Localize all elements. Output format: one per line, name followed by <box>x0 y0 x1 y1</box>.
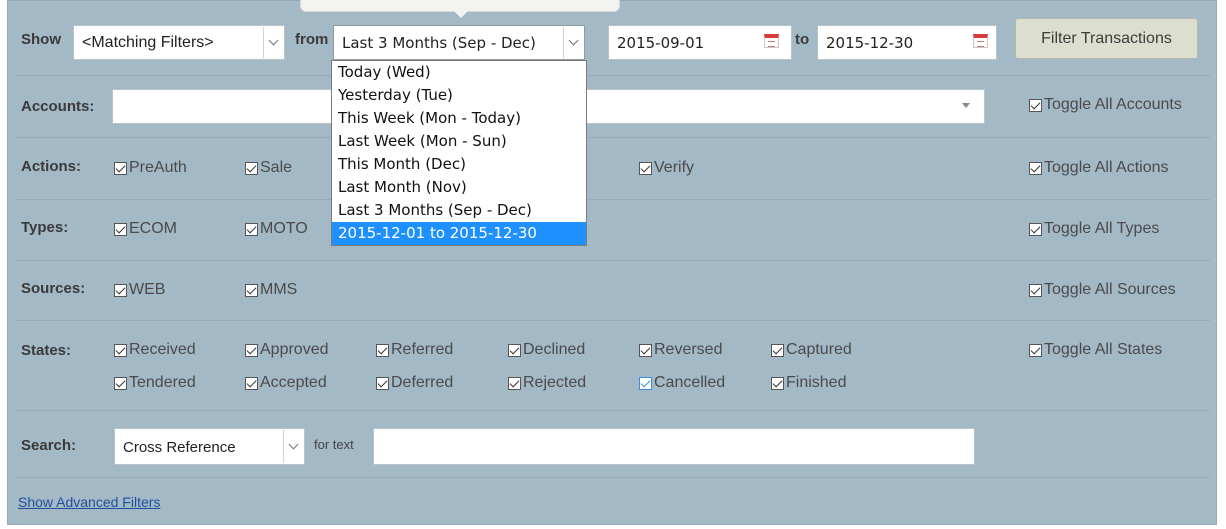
toggle-all-types-label: Toggle All Types <box>1044 220 1160 237</box>
period-option[interactable]: Today (Wed) <box>332 61 586 84</box>
state-declined-checkbox[interactable]: Declined <box>508 341 585 359</box>
tooltip-arrow <box>453 10 469 18</box>
state-deferred-checkbox[interactable]: Deferred <box>376 374 453 392</box>
state-accepted-checkbox[interactable]: Accepted <box>245 374 327 392</box>
state-received-label: Received <box>129 341 196 358</box>
search-text-input[interactable] <box>373 428 975 465</box>
date-to-value: 2015-12-30 <box>826 34 914 52</box>
period-select-value: Last 3 Months (Sep - Dec) <box>342 34 536 52</box>
state-rejected-checkbox[interactable]: Rejected <box>508 374 586 392</box>
source-mms-label: MMS <box>260 281 298 298</box>
state-approved-label: Approved <box>260 341 329 358</box>
period-option[interactable]: Yesterday (Tue) <box>332 84 586 107</box>
toggle-all-actions[interactable]: Toggle All Actions <box>1029 159 1169 177</box>
state-reversed-label: Reversed <box>654 341 723 358</box>
period-option-selected[interactable]: 2015-12-01 to 2015-12-30 <box>332 222 586 245</box>
date-to-input[interactable]: 2015-12-30 <box>817 25 997 60</box>
type-ecom-checkbox[interactable]: ECOM <box>114 220 177 238</box>
action-sale-label: Sale <box>260 159 293 176</box>
show-select[interactable]: <Matching Filters> <box>73 25 285 60</box>
row-separator <box>16 260 1210 261</box>
toggle-all-states[interactable]: Toggle All States <box>1029 341 1162 359</box>
toggle-all-accounts-label: Toggle All Accounts <box>1044 96 1182 113</box>
state-referred-label: Referred <box>391 341 454 358</box>
toggle-all-accounts[interactable]: Toggle All Accounts <box>1029 96 1182 114</box>
state-cancelled-label: Cancelled <box>654 374 726 391</box>
type-moto-label: MOTO <box>260 220 308 237</box>
state-captured-label: Captured <box>786 341 852 358</box>
show-advanced-filters-link[interactable]: Show Advanced Filters <box>18 494 160 510</box>
chevron-down-icon <box>283 430 303 463</box>
calendar-icon[interactable] <box>764 34 779 48</box>
state-tendered-label: Tendered <box>129 374 196 391</box>
chevron-down-icon <box>263 27 283 58</box>
row-separator <box>16 75 1210 76</box>
action-verify-label: Verify <box>654 159 695 176</box>
state-captured-checkbox[interactable]: Captured <box>771 341 852 359</box>
row-separator <box>16 410 1210 411</box>
show-label: Show <box>21 31 61 48</box>
row-separator <box>16 137 1210 138</box>
period-option[interactable]: This Week (Mon - Today) <box>332 107 586 130</box>
search-label: Search: <box>21 437 77 454</box>
search-field-select-value: Cross Reference <box>123 439 236 456</box>
from-label: from <box>295 31 329 48</box>
state-tendered-checkbox[interactable]: Tendered <box>114 374 196 392</box>
state-declined-label: Declined <box>523 341 586 358</box>
state-received-checkbox[interactable]: Received <box>114 341 196 359</box>
action-verify-checkbox[interactable]: Verify <box>639 159 694 177</box>
state-finished-label: Finished <box>786 374 847 391</box>
state-cancelled-checkbox[interactable]: Cancelled <box>639 374 725 392</box>
for-text-label: for text <box>314 437 354 452</box>
state-reversed-checkbox[interactable]: Reversed <box>639 341 722 359</box>
source-web-label: WEB <box>129 281 166 298</box>
period-option[interactable]: This Month (Dec) <box>332 153 586 176</box>
type-moto-checkbox[interactable]: MOTO <box>245 220 308 238</box>
state-approved-checkbox[interactable]: Approved <box>245 341 329 359</box>
action-sale-checkbox[interactable]: Sale <box>245 159 292 177</box>
chevron-down-icon <box>563 27 583 58</box>
types-label: Types: <box>21 219 69 236</box>
toggle-all-states-label: Toggle All States <box>1044 341 1163 358</box>
filter-transactions-button[interactable]: Filter Transactions <box>1015 18 1198 59</box>
show-select-value: <Matching Filters> <box>82 34 214 51</box>
calendar-icon[interactable] <box>973 34 988 48</box>
period-select[interactable]: Last 3 Months (Sep - Dec) <box>333 25 585 60</box>
states-label: States: <box>21 342 72 359</box>
toggle-all-sources-label: Toggle All Sources <box>1044 281 1176 298</box>
state-finished-checkbox[interactable]: Finished <box>771 374 846 392</box>
date-from-value: 2015-09-01 <box>617 34 705 52</box>
state-referred-checkbox[interactable]: Referred <box>376 341 453 359</box>
to-label: to <box>795 31 810 48</box>
action-preauth-label: PreAuth <box>129 159 187 176</box>
row-separator <box>16 477 1210 478</box>
row-separator <box>16 320 1210 321</box>
state-deferred-label: Deferred <box>391 374 454 391</box>
period-option[interactable]: Last 3 Months (Sep - Dec) <box>332 199 586 222</box>
toggle-all-types[interactable]: Toggle All Types <box>1029 220 1159 238</box>
state-accepted-label: Accepted <box>260 374 327 391</box>
accounts-label: Accounts: <box>21 98 95 115</box>
search-field-select[interactable]: Cross Reference <box>114 428 305 465</box>
period-dropdown-list[interactable]: Today (Wed) Yesterday (Tue) This Week (M… <box>331 60 587 246</box>
period-option[interactable]: Last Week (Mon - Sun) <box>332 130 586 153</box>
toggle-all-sources[interactable]: Toggle All Sources <box>1029 281 1176 299</box>
sources-label: Sources: <box>21 280 86 297</box>
actions-label: Actions: <box>21 158 81 175</box>
row-separator <box>16 199 1210 200</box>
toggle-all-actions-label: Toggle All Actions <box>1044 159 1169 176</box>
period-option[interactable]: Last Month (Nov) <box>332 176 586 199</box>
type-ecom-label: ECOM <box>129 220 177 237</box>
caret-down-icon <box>962 103 970 108</box>
action-preauth-checkbox[interactable]: PreAuth <box>114 159 187 177</box>
source-mms-checkbox[interactable]: MMS <box>245 281 297 299</box>
state-rejected-label: Rejected <box>523 374 587 391</box>
source-web-checkbox[interactable]: WEB <box>114 281 165 299</box>
